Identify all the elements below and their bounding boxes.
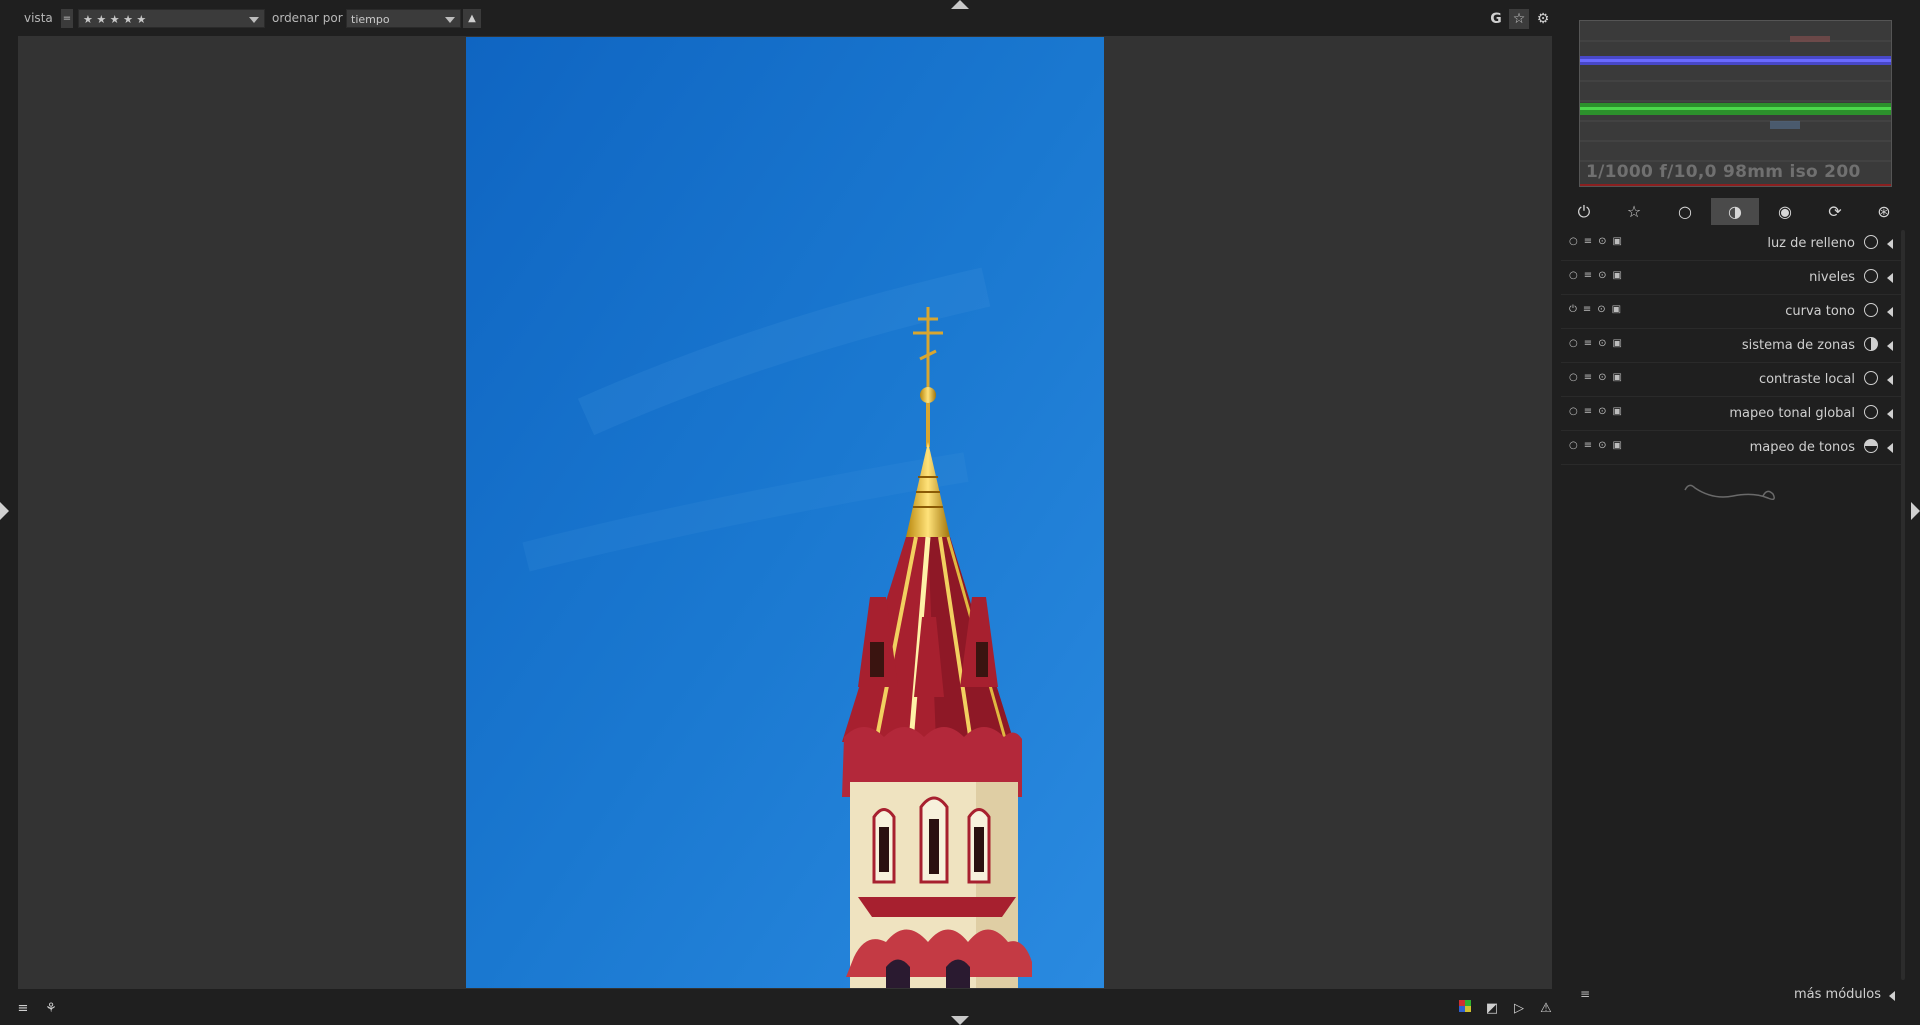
expand-arrow-icon[interactable] (1887, 307, 1893, 317)
module-label: niveles (1809, 270, 1855, 285)
quick-access-menu-icon[interactable]: ≡ (14, 1000, 32, 1018)
view-label: vista (24, 11, 53, 25)
expand-arrow-icon[interactable] (1887, 375, 1893, 385)
exif-info: 1/1000 f/10,0 98mm iso 200 (1586, 162, 1861, 182)
expand-arrow-icon[interactable] (1887, 273, 1893, 283)
collapse-top-panel-arrow-icon[interactable] (951, 0, 969, 9)
grouping-icon[interactable]: G (1486, 9, 1506, 29)
module-luz-de-relleno[interactable]: ○≡⊙▣ luz de relleno (1561, 228, 1901, 261)
favorites-star-icon[interactable]: ☆ (1610, 198, 1658, 225)
module-sistema-de-zonas[interactable]: ○≡⊙▣ sistema de zonas (1561, 330, 1901, 363)
module-controls[interactable]: ○≡⊙▣ (1569, 270, 1628, 281)
rating-filter-combo[interactable]: ★ ★ ★ ★ ★ (78, 9, 265, 28)
module-contraste-local[interactable]: ○≡⊙▣ contraste local (1561, 364, 1901, 397)
module-label: contraste local (1758, 372, 1855, 387)
local-contrast-icon (1864, 371, 1878, 385)
tone-curve-icon (1864, 303, 1878, 317)
module-niveles[interactable]: ○≡⊙▣ niveles (1561, 262, 1901, 295)
collapse-bottom-panel-arrow-icon[interactable] (951, 1016, 969, 1025)
module-curva-tono[interactable]: ⏻≡⊙▣ curva tono (1561, 296, 1901, 329)
module-label: sistema de zonas (1741, 338, 1855, 353)
hamburger-icon[interactable]: ≡ (1580, 987, 1590, 1001)
expand-arrow-icon[interactable] (1887, 341, 1893, 351)
correct-group-icon[interactable]: ⟳ (1811, 198, 1859, 225)
module-controls[interactable]: ○≡⊙▣ (1569, 440, 1628, 451)
overexposure-icon[interactable]: ◩ (1483, 1000, 1501, 1018)
module-label: curva tono (1785, 304, 1855, 319)
effect-group-icon[interactable]: ⊛ (1860, 198, 1908, 225)
global-tonemap-icon (1864, 405, 1878, 419)
fill-light-icon (1864, 235, 1878, 249)
power-icon[interactable]: ⏻ (1560, 198, 1608, 225)
bottom-toolbar (0, 989, 1555, 1025)
tone-group-icon[interactable]: ◑ (1711, 198, 1759, 225)
panel-end-ornament-icon (1684, 484, 1775, 501)
collapse-left-panel-arrow-icon[interactable] (0, 502, 9, 520)
styles-icon[interactable]: ⚘ (42, 1000, 60, 1018)
module-label: mapeo de tonos (1749, 440, 1855, 455)
sort-value: tiempo (351, 13, 390, 26)
histogram[interactable]: 1/1000 f/10,0 98mm iso 200 (1579, 20, 1892, 187)
gear-icon[interactable]: ⚙ (1533, 9, 1553, 29)
right-panel: 1/1000 f/10,0 98mm iso 200 ⏻ ☆ ○ ◑ ◉ ⟳ ⊛… (1555, 0, 1911, 1025)
module-controls[interactable]: ○≡⊙▣ (1569, 338, 1628, 349)
softproof-icon[interactable]: ▷ (1510, 1000, 1528, 1018)
tonemap-icon (1864, 439, 1878, 453)
color-assessment-icon[interactable] (1456, 1000, 1474, 1018)
sort-direction-button[interactable]: ▲ (463, 9, 481, 28)
zone-system-icon (1864, 337, 1878, 351)
color-group-icon[interactable]: ◉ (1761, 198, 1809, 225)
module-label: mapeo tonal global (1729, 406, 1855, 421)
module-controls[interactable]: ⏻≡⊙▣ (1569, 304, 1627, 315)
chevron-down-icon (445, 17, 455, 23)
gamut-check-icon[interactable]: ⚠ (1537, 1000, 1555, 1018)
module-controls[interactable]: ○≡⊙▣ (1569, 406, 1628, 417)
collapse-right-panel-arrow-icon[interactable] (1911, 502, 1920, 520)
module-controls[interactable]: ○≡⊙▣ (1569, 236, 1628, 247)
module-mapeo-de-tonos[interactable]: ○≡⊙▣ mapeo de tonos (1561, 432, 1901, 465)
module-group-tabs: ⏻ ☆ ○ ◑ ◉ ⟳ ⊛ (1555, 198, 1911, 226)
module-mapeo-tonal-global[interactable]: ○≡⊙▣ mapeo tonal global (1561, 398, 1901, 431)
sort-label: ordenar por (272, 11, 343, 25)
star-overlay-icon[interactable]: ☆ (1509, 9, 1529, 29)
rating-filter-value: ★ ★ ★ ★ ★ (83, 13, 147, 26)
panel-scrollbar[interactable] (1901, 230, 1905, 980)
chevron-down-icon (249, 17, 259, 23)
histogram-border (1580, 184, 1891, 186)
expand-arrow-icon[interactable] (1889, 991, 1895, 1001)
more-modules-label: más módulos (1794, 987, 1881, 1002)
more-modules-row[interactable]: ≡ más módulos (1555, 984, 1911, 1006)
darkroom-center-view (18, 36, 1552, 989)
module-label: luz de relleno (1767, 236, 1855, 251)
module-controls[interactable]: ○≡⊙▣ (1569, 372, 1628, 383)
sort-combo[interactable]: tiempo (346, 9, 461, 28)
edited-photo (466, 37, 1104, 988)
basic-group-icon[interactable]: ○ (1661, 198, 1709, 225)
compare-operator-button[interactable]: = (61, 9, 73, 28)
expand-arrow-icon[interactable] (1887, 443, 1893, 453)
levels-icon (1864, 269, 1878, 283)
expand-arrow-icon[interactable] (1887, 239, 1893, 249)
expand-arrow-icon[interactable] (1887, 409, 1893, 419)
top-toolbar: vista = ★ ★ ★ ★ ★ ordenar por tiempo ▲ G… (0, 0, 1555, 36)
